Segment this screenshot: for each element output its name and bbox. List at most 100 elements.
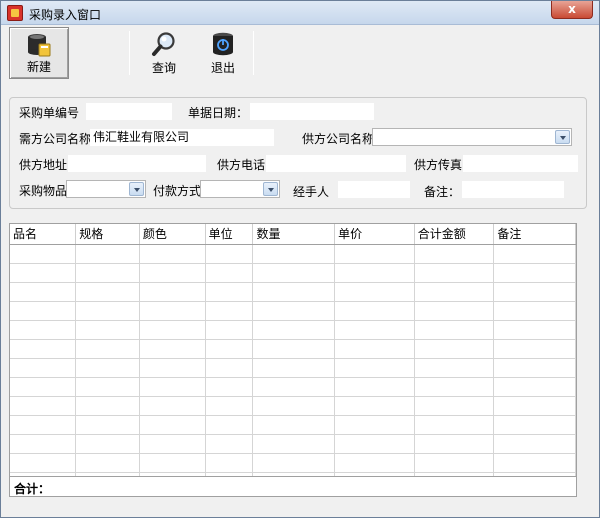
table-cell[interactable] xyxy=(205,434,254,454)
table-cell[interactable] xyxy=(205,244,254,264)
table-cell[interactable] xyxy=(414,320,495,340)
table-row[interactable] xyxy=(10,453,576,473)
table-cell[interactable] xyxy=(75,320,140,340)
table-cell[interactable] xyxy=(252,320,336,340)
table-cell[interactable] xyxy=(139,415,206,435)
table-cell[interactable] xyxy=(252,358,336,378)
table-cell[interactable] xyxy=(10,358,77,378)
table-cell[interactable] xyxy=(10,453,77,473)
close-button[interactable]: x xyxy=(551,1,593,19)
table-cell[interactable] xyxy=(75,339,140,359)
table-row[interactable] xyxy=(10,339,576,359)
column-header[interactable]: 规格 xyxy=(75,224,140,245)
table-cell[interactable] xyxy=(205,453,254,473)
table-cell[interactable] xyxy=(414,453,495,473)
table-cell[interactable] xyxy=(75,358,140,378)
table-cell[interactable] xyxy=(75,244,140,264)
table-cell[interactable] xyxy=(252,244,336,264)
table-cell[interactable] xyxy=(493,415,576,435)
table-cell[interactable] xyxy=(75,396,140,416)
table-cell[interactable] xyxy=(334,396,415,416)
chevron-down-icon[interactable] xyxy=(263,182,278,196)
table-row[interactable] xyxy=(10,320,576,340)
table-cell[interactable] xyxy=(493,301,576,321)
table-cell[interactable] xyxy=(10,282,77,302)
table-cell[interactable] xyxy=(414,377,495,397)
table-row[interactable] xyxy=(10,282,576,302)
table-cell[interactable] xyxy=(139,263,206,283)
table-cell[interactable] xyxy=(139,434,206,454)
table-row[interactable] xyxy=(10,377,576,397)
column-header[interactable]: 颜色 xyxy=(139,224,206,245)
table-cell[interactable] xyxy=(493,244,576,264)
chevron-down-icon[interactable] xyxy=(555,130,570,144)
column-header[interactable]: 合计金额 xyxy=(414,224,495,245)
table-cell[interactable] xyxy=(205,263,254,283)
table-cell[interactable] xyxy=(414,263,495,283)
table-cell[interactable] xyxy=(334,320,415,340)
table-row[interactable] xyxy=(10,434,576,454)
table-cell[interactable] xyxy=(139,396,206,416)
table-cell[interactable] xyxy=(493,396,576,416)
table-cell[interactable] xyxy=(10,263,77,283)
table-cell[interactable] xyxy=(205,339,254,359)
table-cell[interactable] xyxy=(205,282,254,302)
column-header[interactable]: 品名 xyxy=(10,224,77,245)
purchase-item-select[interactable] xyxy=(66,180,146,198)
chevron-down-icon[interactable] xyxy=(129,182,144,196)
supplier-fax-field[interactable] xyxy=(463,155,578,172)
table-cell[interactable] xyxy=(493,282,576,302)
table-cell[interactable] xyxy=(139,320,206,340)
table-cell[interactable] xyxy=(10,415,77,435)
table-cell[interactable] xyxy=(252,434,336,454)
column-header[interactable]: 单价 xyxy=(334,224,415,245)
table-cell[interactable] xyxy=(75,415,140,435)
table-cell[interactable] xyxy=(10,320,77,340)
table-cell[interactable] xyxy=(139,282,206,302)
table-cell[interactable] xyxy=(493,358,576,378)
table-row[interactable] xyxy=(10,263,576,283)
supplier-address-field[interactable] xyxy=(68,155,206,172)
table-cell[interactable] xyxy=(493,377,576,397)
table-cell[interactable] xyxy=(493,434,576,454)
column-header[interactable]: 单位 xyxy=(205,224,254,245)
payment-method-select[interactable] xyxy=(200,180,280,198)
table-row[interactable] xyxy=(10,301,576,321)
table-row[interactable] xyxy=(10,415,576,435)
table-cell[interactable] xyxy=(334,339,415,359)
table-cell[interactable] xyxy=(10,301,77,321)
table-cell[interactable] xyxy=(334,434,415,454)
table-cell[interactable] xyxy=(414,282,495,302)
table-cell[interactable] xyxy=(334,301,415,321)
table-cell[interactable] xyxy=(414,415,495,435)
table-cell[interactable] xyxy=(139,339,206,359)
table-cell[interactable] xyxy=(334,263,415,283)
table-cell[interactable] xyxy=(334,244,415,264)
table-cell[interactable] xyxy=(252,415,336,435)
table-cell[interactable] xyxy=(10,339,77,359)
table-cell[interactable] xyxy=(10,396,77,416)
table-cell[interactable] xyxy=(414,244,495,264)
table-cell[interactable] xyxy=(493,263,576,283)
table-cell[interactable] xyxy=(75,453,140,473)
remark-field[interactable] xyxy=(462,181,564,198)
table-cell[interactable] xyxy=(334,377,415,397)
order-items-grid[interactable]: 品名 规格 颜色 单位 数量 单价 合计金额 备注 xyxy=(9,223,577,477)
table-cell[interactable] xyxy=(252,396,336,416)
table-cell[interactable] xyxy=(205,358,254,378)
table-cell[interactable] xyxy=(493,320,576,340)
table-cell[interactable] xyxy=(252,301,336,321)
table-cell[interactable] xyxy=(139,244,206,264)
table-cell[interactable] xyxy=(205,301,254,321)
table-cell[interactable] xyxy=(493,339,576,359)
table-cell[interactable] xyxy=(414,396,495,416)
table-cell[interactable] xyxy=(414,339,495,359)
table-cell[interactable] xyxy=(205,396,254,416)
table-cell[interactable] xyxy=(10,434,77,454)
table-cell[interactable] xyxy=(252,263,336,283)
table-cell[interactable] xyxy=(75,282,140,302)
table-cell[interactable] xyxy=(252,339,336,359)
table-cell[interactable] xyxy=(252,377,336,397)
table-cell[interactable] xyxy=(334,415,415,435)
order-no-field[interactable] xyxy=(86,103,172,120)
